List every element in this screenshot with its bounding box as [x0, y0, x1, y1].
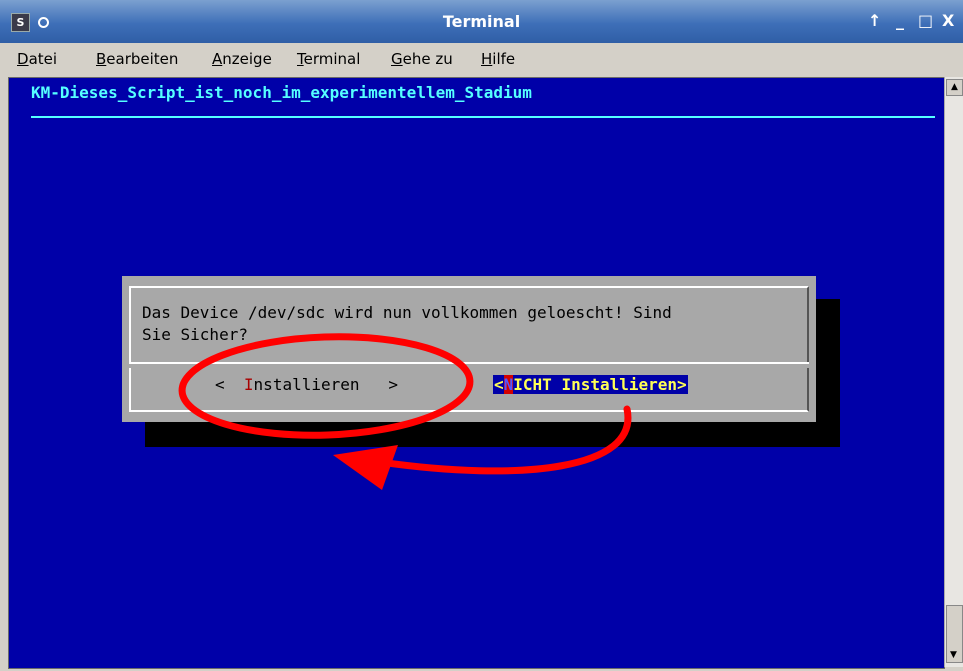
dialog-message-line-1: Das Device /dev/sdc wird nun vollkommen …: [142, 303, 672, 322]
button-bracket-left: <: [215, 375, 244, 394]
confirm-dialog: Das Device /dev/sdc wird nun vollkommen …: [122, 276, 816, 422]
button-label: ICHT Installieren>: [513, 375, 687, 394]
terminal-heading: KM-Dieses_Script_ist_noch_im_experimente…: [31, 83, 532, 102]
menu-hotkey: A: [212, 50, 223, 68]
menu-hotkey: T: [297, 50, 304, 68]
menu-label: erminal: [303, 50, 361, 68]
menu-bar: Datei Bearbeiten Anzeige Terminal Gehe z…: [0, 43, 963, 76]
menu-label: ehe zu: [402, 50, 453, 68]
button-bracket-right: >: [359, 375, 399, 394]
menu-label: earbeiten: [106, 50, 179, 68]
minimize-button[interactable]: _: [896, 11, 904, 30]
button-bracket-left: <: [494, 375, 504, 394]
nicht-installieren-button[interactable]: <NICHT Installieren>: [493, 375, 688, 394]
shade-button[interactable]: ↑: [868, 11, 881, 30]
menu-anzeige[interactable]: Anzeige: [212, 50, 272, 68]
menu-datei[interactable]: Datei: [17, 50, 57, 68]
terminal-window: S Terminal ↑ _ □ X Datei Bearbeiten Anze…: [0, 0, 963, 671]
menu-hotkey: G: [391, 50, 403, 68]
menu-bearbeiten[interactable]: Bearbeiten: [96, 50, 178, 68]
close-button[interactable]: X: [942, 11, 954, 30]
installieren-button[interactable]: < Installieren >: [215, 375, 398, 394]
title-bar[interactable]: S Terminal ↑ _ □ X: [0, 0, 963, 43]
dialog-message-line-2: Sie Sicher?: [142, 325, 248, 344]
window-title: Terminal: [442, 12, 521, 31]
menu-terminal[interactable]: Terminal: [297, 50, 360, 68]
menu-hotkey: B: [96, 50, 107, 68]
menu-label: nzeige: [222, 50, 272, 68]
menu-hotkey: H: [481, 50, 493, 68]
scroll-down-arrow-icon[interactable]: ▼: [946, 650, 961, 664]
vertical-scrollbar[interactable]: ▲ ▼: [944, 77, 963, 667]
menu-hotkey: D: [17, 50, 29, 68]
button-hotkey: N: [503, 375, 514, 394]
scroll-up-arrow-icon[interactable]: ▲: [946, 79, 963, 96]
maximize-button[interactable]: □: [918, 11, 933, 30]
menu-label: atei: [28, 50, 58, 68]
dialog-message: Das Device /dev/sdc wird nun vollkommen …: [142, 302, 802, 346]
button-label: nstallieren: [253, 375, 360, 394]
heading-rule: [31, 116, 935, 118]
menu-label: ilfe: [492, 50, 516, 68]
dialog-separator: [129, 362, 809, 364]
menu-gehe-zu[interactable]: Gehe zu: [391, 50, 453, 68]
button-hotkey: I: [243, 375, 254, 394]
menu-hilfe[interactable]: Hilfe: [481, 50, 515, 68]
